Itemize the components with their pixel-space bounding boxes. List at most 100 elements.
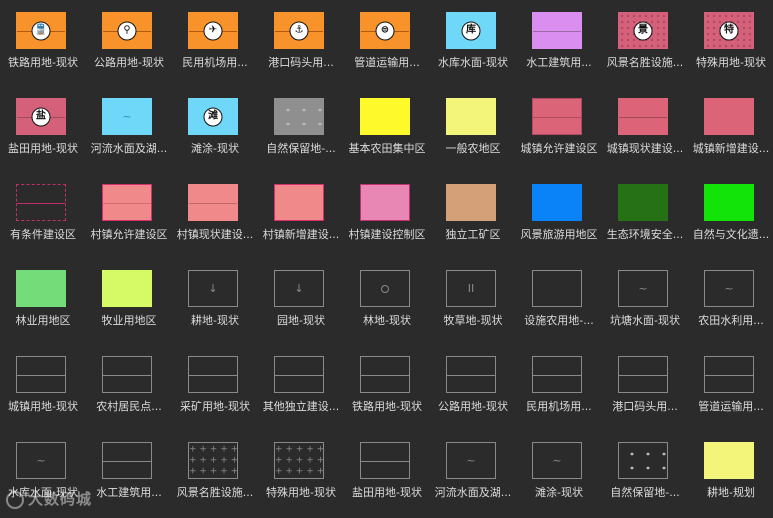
legend-item[interactable]: ↓ 园地-现状 [258, 258, 344, 344]
legend-item[interactable]: ⚓ 港口码头用... [258, 0, 344, 86]
legend-item[interactable]: 耕地-规划 [688, 430, 773, 516]
hatch-line [705, 374, 753, 376]
legend-item[interactable]: 风景旅游用地区 [516, 172, 602, 258]
reservoir-icon: 库 [461, 21, 481, 40]
legend-item[interactable]: 林业用地区 [0, 258, 86, 344]
legend-item[interactable]: 景风景名胜设施... [602, 0, 688, 86]
legend-item[interactable]: 林地-现状 [344, 258, 430, 344]
legend-item[interactable]: 村镇允许建设区 [86, 172, 172, 258]
legend-item[interactable]: 独立工矿区 [430, 172, 516, 258]
legend-item[interactable]: 村镇现状建设... [172, 172, 258, 258]
legend-item[interactable]: ~ 滩涂-现状 [516, 430, 602, 516]
legend-label: 自然与文化遗... [692, 228, 770, 241]
legend-swatch: ~ [16, 442, 66, 479]
hatch-line [447, 374, 495, 376]
legend-item[interactable]: 水工建筑用... [516, 0, 602, 86]
legend-swatch [360, 442, 410, 479]
legend-item[interactable]: 牧业用地区 [86, 258, 172, 344]
legend-swatch [532, 12, 582, 49]
legend-item[interactable]: ~ 农田水利用... [688, 258, 773, 344]
salt-icon: 盐 [31, 107, 51, 126]
legend-item[interactable]: 生态环境安全... [602, 172, 688, 258]
hatch-line [533, 30, 581, 32]
legend-item[interactable]: 盐盐田用地-现状 [0, 86, 86, 172]
legend-item[interactable]: ~ 坑塘水面-现状 [602, 258, 688, 344]
legend-item[interactable]: 自然保留地-... [602, 430, 688, 516]
hatch-line [17, 202, 65, 204]
legend-swatch [618, 98, 668, 135]
legend-item[interactable]: ~ 河流水面及湖... [86, 86, 172, 172]
pattern-glyph: ~ [36, 453, 46, 467]
legend-item[interactable]: II 牧草地-现状 [430, 258, 516, 344]
legend-item[interactable]: 公路用地-现状 [430, 344, 516, 430]
legend-item[interactable]: ↓ 耕地-现状 [172, 258, 258, 344]
legend-swatch: ⊜ [360, 12, 410, 49]
legend-item[interactable]: 采矿用地-现状 [172, 344, 258, 430]
legend-item[interactable]: 🚆 铁路用地-现状 [0, 0, 86, 86]
legend-item[interactable]: 城镇新增建设... [688, 86, 773, 172]
legend-item[interactable]: 水工建筑用... [86, 430, 172, 516]
legend-label: 村镇建设控制区 [348, 228, 426, 241]
legend-item[interactable]: 一般农地区 [430, 86, 516, 172]
legend-item[interactable]: 港口码头用... [602, 344, 688, 430]
legend-label: 村镇允许建设区 [90, 228, 168, 241]
legend-swatch: ~ [532, 442, 582, 479]
legend-item[interactable]: 特特殊用地-现状 [688, 0, 773, 86]
legend-label: 风景名胜设施... [176, 486, 254, 499]
legend-label: 农村居民点... [96, 400, 162, 413]
legend-item[interactable]: 民用机场用... [516, 344, 602, 430]
legend-label: 林业用地区 [15, 314, 71, 327]
legend-swatch [102, 270, 152, 307]
legend-swatch: ~ [446, 442, 496, 479]
pattern-glyph: ~ [638, 281, 648, 295]
legend-item[interactable]: 村镇新增建设... [258, 172, 344, 258]
legend-item[interactable]: 管道运输用... [688, 344, 773, 430]
legend-swatch: ~ [102, 98, 152, 135]
legend-item[interactable]: 城镇允许建设区 [516, 86, 602, 172]
legend-item[interactable]: 有条件建设区 [0, 172, 86, 258]
legend-item[interactable]: ⚲ 公路用地-现状 [86, 0, 172, 86]
dot-pattern [275, 99, 323, 134]
legend-item[interactable]: + + + + + + + + + + + + + + + 风景名胜设施... [172, 430, 258, 516]
legend-swatch [360, 184, 410, 221]
legend-item[interactable]: 铁路用地-现状 [344, 344, 430, 430]
legend-item[interactable]: ✈ 民用机场用... [172, 0, 258, 86]
legend-item[interactable]: 自然与文化遗... [688, 172, 773, 258]
legend-label: 滩涂-现状 [535, 486, 583, 499]
legend-item[interactable]: 库水库水面-现状 [430, 0, 516, 86]
legend-swatch [188, 184, 238, 221]
legend-swatch: ↓ [188, 270, 238, 307]
legend-label: 林地-现状 [363, 314, 411, 327]
legend-item[interactable]: 设施农用地-... [516, 258, 602, 344]
pipeline-icon: ⊜ [375, 21, 395, 40]
legend-label: 设施农用地-... [524, 314, 594, 327]
legend-swatch: 滩 [188, 98, 238, 135]
legend-item[interactable]: + + + + + + + + + + + + + + + 特殊用地-现状 [258, 430, 344, 516]
legend-item[interactable]: 城镇现状建设... [602, 86, 688, 172]
legend-swatch [446, 98, 496, 135]
pattern-glyph: ~ [552, 453, 562, 467]
legend-label: 港口码头用... [268, 56, 334, 69]
legend-swatch [532, 98, 582, 135]
legend-swatch [704, 356, 754, 393]
legend-item[interactable]: 盐田用地-现状 [344, 430, 430, 516]
legend-item[interactable]: ~ 河流水面及湖... [430, 430, 516, 516]
hatch-line [103, 374, 151, 376]
legend-swatch [16, 270, 66, 307]
legend-swatch [102, 184, 152, 221]
legend-item[interactable]: 基本农田集中区 [344, 86, 430, 172]
legend-item[interactable]: 自然保留地-... [258, 86, 344, 172]
legend-label: 自然保留地-... [266, 142, 336, 155]
legend-swatch [532, 356, 582, 393]
legend-item[interactable]: 其他独立建设... [258, 344, 344, 430]
legend-item[interactable]: 村镇建设控制区 [344, 172, 430, 258]
legend-label: 特殊用地-现状 [696, 56, 766, 69]
hatch-line [619, 374, 667, 376]
legend-item[interactable]: 滩滩涂-现状 [172, 86, 258, 172]
legend-item[interactable]: 农村居民点... [86, 344, 172, 430]
hatch-line [361, 460, 409, 462]
legend-item[interactable]: 城镇用地-现状 [0, 344, 86, 430]
train-icon: 🚆 [31, 21, 51, 40]
legend-swatch: II [446, 270, 496, 307]
legend-item[interactable]: ⊜ 管道运输用... [344, 0, 430, 86]
